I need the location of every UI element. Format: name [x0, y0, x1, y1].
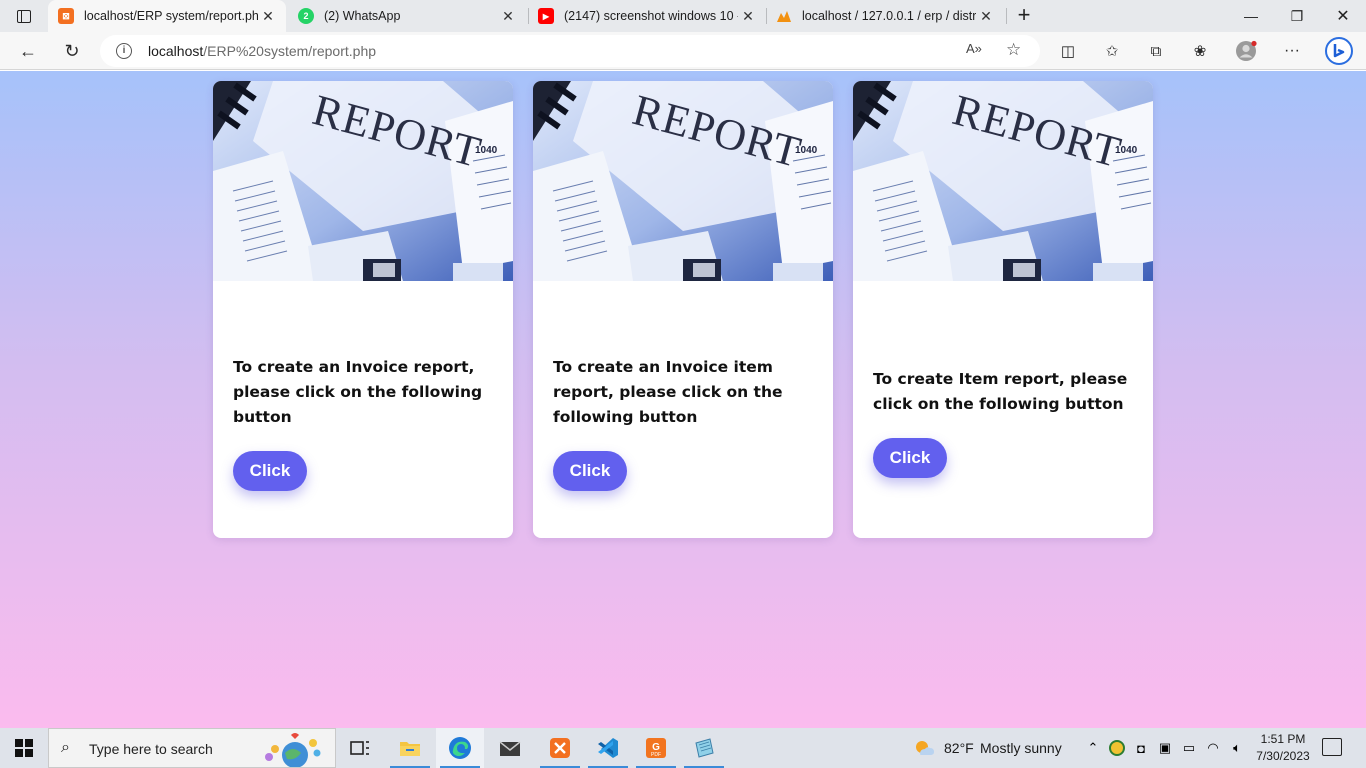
browser-toolbar: ← ↻ i localhost/ERP%20system/report.php … [0, 32, 1366, 70]
weather-icon[interactable] [906, 728, 942, 768]
youtube-favicon-icon: ▶ [538, 8, 554, 24]
weather-temp[interactable]: 82°F [944, 740, 974, 756]
tab-badge: 2 [303, 11, 309, 21]
show-hidden-icons-chevron-up-icon[interactable]: ⌃ [1082, 728, 1104, 768]
taskbar-search-box[interactable]: ⌕ Type here to search [48, 728, 336, 768]
browser-tab-strip: ⊠ localhost/ERP system/report.php ✕ 2 (2… [0, 0, 1366, 32]
item-report-card: To create Item report, please click on t… [853, 81, 1153, 538]
tab-erp-report[interactable]: ⊠ localhost/ERP system/report.php ✕ [48, 0, 286, 32]
refresh-button[interactable]: ↻ [57, 36, 87, 66]
split-screen-icon[interactable]: ◫ [1053, 36, 1083, 66]
url-host: localhost [148, 43, 204, 59]
back-button[interactable]: ← [13, 36, 43, 66]
url-path: /ERP%20system/report.php [203, 43, 377, 59]
battery-icon[interactable]: ▭ [1178, 728, 1200, 768]
minimize-button[interactable]: — [1228, 0, 1274, 32]
notifications-icon[interactable] [1322, 738, 1342, 756]
tab-title: localhost/ERP system/report.php [84, 9, 258, 23]
extensions-icon[interactable]: ❀ [1185, 36, 1215, 66]
info-icon[interactable]: i [116, 43, 132, 59]
xampp-taskbar-icon[interactable] [536, 728, 584, 768]
notepad-taskbar-icon[interactable] [680, 728, 728, 768]
vscode-taskbar-icon[interactable] [584, 728, 632, 768]
invoice-item-report-click-button[interactable]: Click [553, 451, 627, 491]
tab-actions-button[interactable] [8, 5, 40, 27]
invoice-report-click-button[interactable]: Click [233, 451, 307, 491]
file-explorer-icon[interactable] [386, 728, 434, 768]
tab-title: (2) WhatsApp [324, 9, 401, 23]
close-tab-icon[interactable]: ✕ [498, 8, 518, 25]
pdf-app-taskbar-icon[interactable]: G PDF [632, 728, 680, 768]
taskbar-clock[interactable]: 1:51 PM 7/30/2023 [1248, 731, 1318, 765]
meet-now-icon[interactable]: ◘ [1130, 728, 1152, 768]
edge-taskbar-icon[interactable] [436, 728, 484, 768]
onedrive-tray-icon[interactable]: ▣ [1154, 728, 1176, 768]
clock-date: 7/30/2023 [1256, 749, 1310, 763]
url-text[interactable]: localhost/ERP%20system/report.php [148, 43, 376, 59]
invoice-item-report-card: To create an Invoice item report, please… [533, 81, 833, 538]
svg-text:PDF: PDF [651, 752, 661, 758]
start-button[interactable] [0, 728, 48, 768]
tab-phpmyadmin[interactable]: localhost / 127.0.0.1 / erp / distri ✕ [766, 0, 1004, 32]
phpmyadmin-favicon-icon [776, 8, 792, 24]
report-image [853, 81, 1153, 281]
close-window-button[interactable]: ✕ [1320, 0, 1366, 32]
clock-time: 1:51 PM [1260, 732, 1306, 746]
profile-avatar-icon[interactable] [1231, 36, 1261, 66]
new-tab-button[interactable]: + [1012, 4, 1036, 28]
report-page: REPORT 1040 To create an Invoice report,… [0, 71, 1366, 728]
report-image [213, 81, 513, 281]
close-tab-icon[interactable]: ✕ [258, 8, 278, 25]
card-description: To create Item report, please click on t… [873, 370, 1128, 413]
tab-whatsapp[interactable]: 2 (2) WhatsApp ✕ [288, 0, 526, 32]
tab-actions-icon [17, 9, 31, 23]
task-view-icon[interactable] [336, 728, 384, 768]
whatsapp-favicon-icon: 2 [298, 8, 314, 24]
tab-youtube[interactable]: ▶ (2147) screenshot windows 10 - Y ✕ [528, 0, 766, 32]
wifi-icon[interactable]: ◠ [1202, 728, 1224, 768]
card-description: To create an Invoice item report, please… [553, 358, 783, 426]
search-icon: ⌕ [61, 739, 70, 756]
card-description: To create an Invoice report, please clic… [233, 358, 483, 426]
bing-chat-icon[interactable] [1322, 36, 1356, 66]
item-report-click-button[interactable]: Click [873, 438, 947, 478]
xampp-tray-icon[interactable] [1106, 728, 1128, 768]
tab-title: localhost / 127.0.0.1 / erp / distri [802, 9, 976, 23]
volume-icon[interactable]: 🔈︎ [1226, 728, 1248, 768]
invoice-report-card: To create an Invoice report, please clic… [213, 81, 513, 538]
address-bar[interactable]: i localhost/ERP%20system/report.php A» ☆ [100, 35, 1040, 67]
xampp-favicon-icon: ⊠ [58, 8, 74, 24]
restore-button[interactable]: ❐ [1274, 0, 1320, 32]
tab-separator [1006, 8, 1007, 24]
search-highlight-art-icon [265, 733, 321, 767]
collections-icon[interactable]: ⧉ [1141, 36, 1171, 66]
weather-condition[interactable]: Mostly sunny [980, 740, 1062, 756]
report-image [533, 81, 833, 281]
windows-taskbar: ⌕ Type here to search G PDF 82°F Mostly … [0, 728, 1366, 768]
favorites-icon[interactable]: ✩ [1097, 36, 1127, 66]
close-tab-icon[interactable]: ✕ [738, 8, 758, 25]
tab-title: (2147) screenshot windows 10 - Y [564, 9, 738, 23]
search-placeholder: Type here to search [89, 741, 213, 757]
favorite-star-icon[interactable]: ☆ [1006, 40, 1021, 60]
more-options-icon[interactable]: ··· [1277, 36, 1307, 66]
close-tab-icon[interactable]: ✕ [976, 8, 996, 25]
mail-icon[interactable] [486, 728, 534, 768]
windows-logo-icon [15, 739, 33, 757]
read-aloud-icon[interactable]: A» [966, 41, 982, 56]
